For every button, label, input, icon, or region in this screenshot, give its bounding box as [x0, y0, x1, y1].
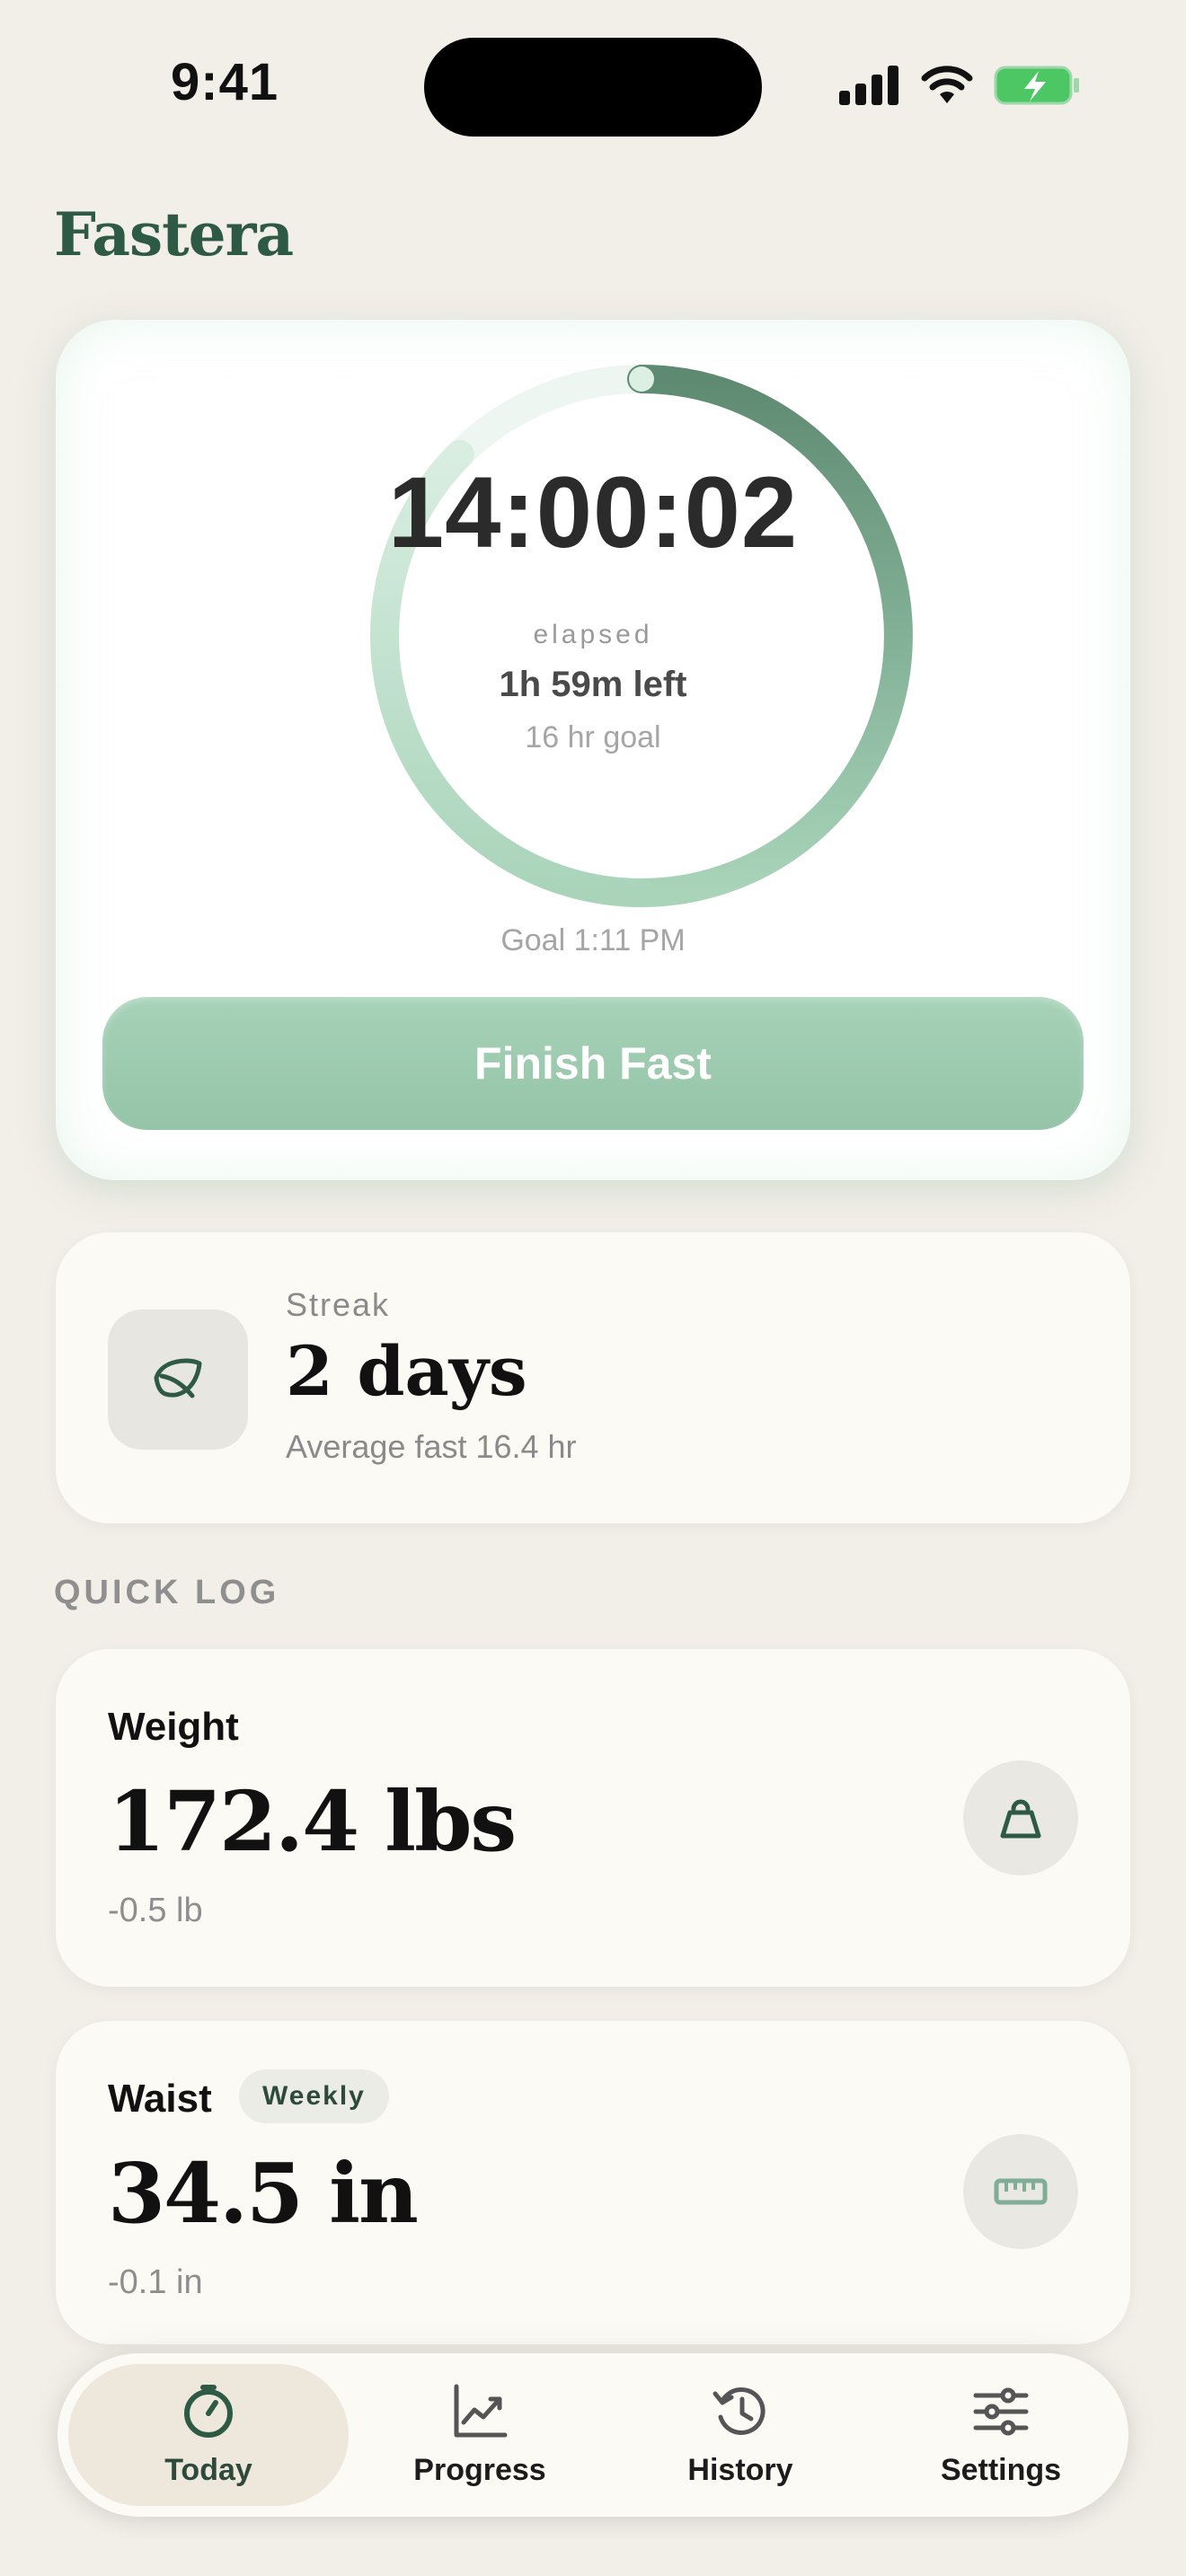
- timer-icon: [184, 2384, 233, 2438]
- waist-label: Waist: [108, 2077, 212, 2121]
- tab-bar: Today Progress History Settings: [58, 2353, 1128, 2517]
- weekly-badge: Weekly: [239, 2069, 389, 2123]
- elapsed-time: 14:00:02: [387, 456, 799, 569]
- tab-history[interactable]: History: [633, 2364, 848, 2506]
- tab-today[interactable]: Today: [68, 2364, 349, 2506]
- finish-fast-button[interactable]: Finish Fast: [102, 997, 1084, 1130]
- weight-value: 172.4 lbs: [108, 1773, 517, 1870]
- status-icons: [839, 63, 1080, 108]
- history-icon: [712, 2386, 766, 2435]
- waist-value: 34.5 in: [108, 2145, 419, 2242]
- goal-hours: 16 hr goal: [525, 720, 661, 754]
- timer-card: 14:00:02 elapsed 1h 59m left 16 hr goal …: [56, 320, 1130, 1180]
- app-title: Fastera: [54, 199, 294, 269]
- battery-charging-icon: [994, 66, 1079, 105]
- tape-measure-icon: [994, 2178, 1048, 2205]
- weight-delta: -0.5 lb: [108, 1892, 203, 1929]
- weight-label: Weight: [108, 1705, 239, 1749]
- log-waist-button[interactable]: [963, 2134, 1078, 2249]
- weight-card[interactable]: Weight 172.4 lbs -0.5 lb: [56, 1649, 1130, 1987]
- goal-time: Goal 1:11 PM: [500, 923, 686, 957]
- average-fast: Average fast 16.4 hr: [286, 1428, 577, 1465]
- kettlebell-icon: [1000, 1799, 1041, 1839]
- time-left: 1h 59m left: [499, 665, 687, 704]
- streak-card[interactable]: Streak 2 days Average fast 16.4 hr: [56, 1232, 1130, 1523]
- chart-icon: [454, 2384, 508, 2437]
- streak-label: Streak: [286, 1286, 391, 1323]
- leaf-icon-box: [108, 1310, 248, 1450]
- leaf-icon: [154, 1358, 202, 1398]
- sliders-icon: [973, 2387, 1029, 2435]
- streak-value: 2 days: [286, 1331, 527, 1411]
- wifi-icon: [921, 66, 973, 103]
- tab-progress[interactable]: Progress: [372, 2364, 588, 2506]
- waist-card[interactable]: Waist Weekly 34.5 in -0.1 in: [56, 2021, 1130, 2344]
- tab-settings[interactable]: Settings: [893, 2364, 1109, 2506]
- tab-history-label: History: [687, 2452, 793, 2487]
- tab-today-label: Today: [164, 2452, 252, 2487]
- log-weight-button[interactable]: [963, 1760, 1078, 1875]
- elapsed-label: elapsed: [533, 620, 653, 649]
- ring-start-dot: [629, 366, 654, 392]
- quick-log-title: QUICK LOG: [54, 1574, 280, 1611]
- tab-progress-label: Progress: [413, 2452, 546, 2487]
- tab-settings-label: Settings: [940, 2452, 1062, 2487]
- dynamic-island: [424, 38, 762, 137]
- waist-delta: -0.1 in: [108, 2263, 203, 2301]
- cellular-signal-icon: [839, 66, 898, 105]
- status-time: 9:41: [171, 53, 279, 111]
